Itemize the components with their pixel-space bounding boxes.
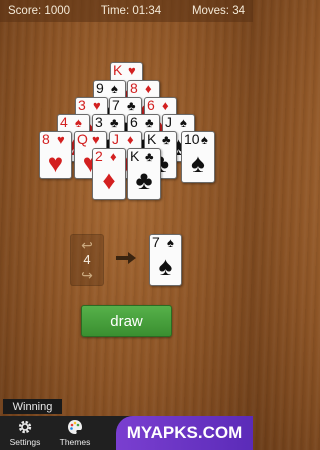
card-suit: ♣ (162, 132, 171, 147)
card-suit: ♥ (57, 132, 65, 147)
score-label: Score: 1000 (8, 5, 71, 17)
card-rank: 4 (60, 114, 68, 130)
card-rank: K (113, 62, 123, 78)
redo-arrow-icon: ↪ (81, 267, 93, 283)
pyramid-card[interactable]: 2 ♦ ♦ (92, 148, 126, 200)
moves-label: Moves: 34 (191, 5, 245, 17)
settings-label: Settings (9, 437, 41, 447)
card-rank: 7 (112, 97, 120, 113)
card-suit: ♦ (145, 81, 152, 96)
card-rank: 10 (184, 131, 200, 147)
gear-icon (18, 420, 32, 434)
themes-label: Themes (59, 437, 91, 447)
card-suit: ♦ (110, 149, 117, 164)
themes-button[interactable]: Themes (54, 416, 96, 450)
card-suit-large: ♠ (158, 251, 173, 281)
draw-button-label: draw (110, 312, 143, 330)
time-label: Time: 01:34 (100, 5, 162, 17)
card-suit: ♣ (127, 98, 136, 113)
card-suit: ♠ (180, 115, 187, 130)
settings-button[interactable]: Settings (4, 416, 46, 450)
card-rank: 8 (130, 80, 138, 96)
card-rank: Q (77, 131, 88, 147)
card-suit: ♥ (128, 63, 136, 78)
card-suit: ♠ (167, 235, 174, 250)
card-suit: ♠ (111, 81, 118, 96)
undo-arrow-icon: ↩ (81, 237, 93, 253)
status-bar: Score: 1000 Time: 01:34 Moves: 34 (0, 0, 253, 22)
waste-card[interactable]: 7 ♠ ♠ (149, 234, 182, 286)
card-rank: 6 (147, 97, 155, 113)
card-rank: J (165, 114, 172, 130)
card-suit: ♣ (145, 149, 154, 164)
card-rank: 6 (130, 114, 138, 130)
winning-badge: Winning (3, 399, 62, 414)
card-rank: 3 (95, 114, 103, 130)
draws-remaining-count: 4 (83, 252, 91, 267)
card-suit: ♣ (145, 115, 154, 130)
card-rank: 3 (78, 97, 86, 113)
card-suit-large: ♣ (135, 165, 153, 195)
card-suit: ♠ (75, 115, 82, 130)
card-rank: 2 (95, 148, 103, 164)
card-rank: J (112, 131, 119, 147)
winning-label: Winning (12, 400, 53, 413)
watermark: MYAPKS.COM (116, 416, 253, 450)
card-suit: ♣ (110, 115, 119, 130)
card-suit-large: ♠ (191, 148, 205, 178)
pyramid-card[interactable]: 10 ♠ ♠ (181, 131, 215, 183)
card-rank: 8 (42, 131, 50, 147)
undo-draw-counter[interactable]: ↩ 4 ↪ (70, 234, 104, 286)
card-rank: K (147, 131, 157, 147)
card-suit: ♥ (92, 132, 100, 147)
draw-button[interactable]: draw (81, 305, 172, 337)
pyramid-card[interactable]: K♣♣ (127, 148, 161, 200)
card-rank: 7 (152, 234, 160, 250)
card-suit: ♦ (127, 132, 134, 147)
card-rank: 9 (96, 80, 104, 96)
card-suit: ♠ (201, 132, 208, 147)
arrow-right-icon (116, 252, 136, 264)
card-rank: K (130, 148, 140, 164)
pyramid-card[interactable]: 8 ♥ ♥ (39, 131, 72, 179)
card-suit: ♥ (93, 98, 101, 113)
card-suit-large: ♦ (102, 165, 116, 195)
card-suit: ♦ (162, 98, 169, 113)
watermark-text: MYAPKS.COM (126, 423, 243, 442)
card-suit-large: ♥ (47, 148, 64, 178)
palette-icon (68, 420, 82, 434)
